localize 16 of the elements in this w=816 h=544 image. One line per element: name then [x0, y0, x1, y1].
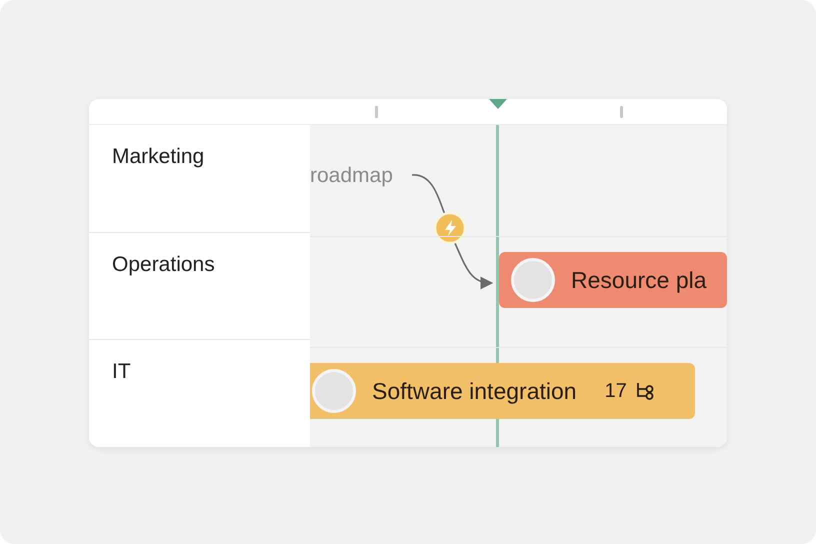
avatar-circle	[511, 258, 555, 302]
tick-mark	[375, 106, 378, 118]
avatar-circle	[312, 369, 356, 413]
task-label: roadmap	[310, 163, 393, 189]
task-title: Resource pla	[571, 266, 707, 295]
task-title: Software integration	[372, 376, 577, 406]
row-label: IT	[112, 360, 131, 384]
tick-mark	[620, 106, 623, 118]
subtasks-icon	[634, 381, 655, 401]
task-bar[interactable]: Resource pla	[499, 252, 727, 308]
today-marker-icon[interactable]	[489, 99, 507, 109]
subtask-count: 17	[604, 379, 627, 404]
task-bar[interactable]: Software integration 17	[310, 363, 695, 419]
row-label: Operations	[112, 252, 215, 276]
lightning-icon[interactable]	[434, 212, 466, 244]
row-label: Marketing	[112, 145, 204, 168]
